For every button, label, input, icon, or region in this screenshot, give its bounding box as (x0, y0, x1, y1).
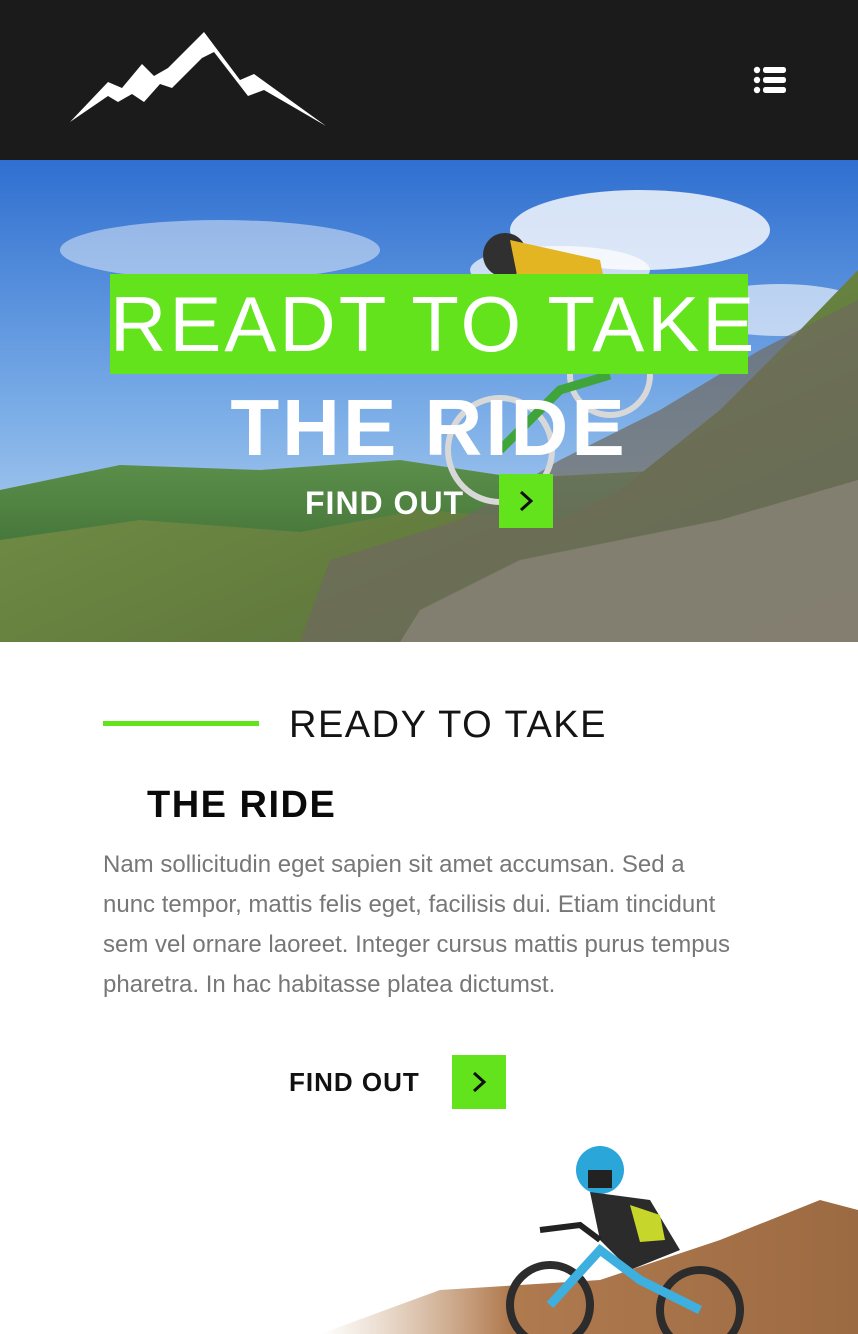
site-header (0, 0, 858, 160)
downhill-rider-photo (320, 1146, 858, 1334)
hero-banner: READT TO TAKE THE RIDE FIND OUT (0, 160, 858, 642)
section-find-out-link[interactable]: FIND OUT (289, 1058, 420, 1106)
hero-find-out-link[interactable]: FIND OUT (305, 478, 464, 528)
chevron-right-icon (519, 490, 534, 512)
hero-headline: THE RIDE (230, 383, 628, 472)
menu-button[interactable] (750, 62, 790, 98)
accent-divider (103, 721, 259, 726)
hero-arrow-button[interactable] (499, 474, 553, 528)
section-arrow-button[interactable] (452, 1055, 506, 1109)
section-subtitle: THE RIDE (147, 784, 337, 826)
section-body-text: Nam sollicitudin eget sapien sit amet ac… (103, 851, 730, 998)
mountain-logo[interactable] (68, 30, 328, 130)
hero-headline-highlight: READT TO TAKE (110, 274, 754, 374)
section-title: READY TO TAKE (289, 704, 607, 746)
list-menu-icon (753, 66, 786, 94)
chevron-right-icon (472, 1071, 487, 1093)
